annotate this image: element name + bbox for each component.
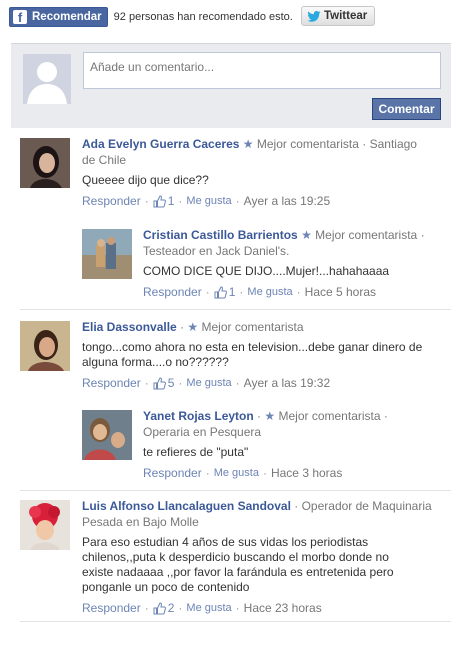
twitter-tweet-label: Twittear <box>324 10 368 22</box>
comment-text: Para eso estudian 4 años de sus vidas lo… <box>82 535 394 594</box>
commenter-occupation-cont: Pesada en Bajo Molle <box>82 515 199 529</box>
like-link[interactable]: Me gusta <box>186 193 231 209</box>
like-count-value: 1 <box>228 285 236 299</box>
avatar-photo-icon <box>20 321 70 371</box>
like-link[interactable]: Me gusta <box>186 600 231 616</box>
separator: · <box>239 285 244 299</box>
comment-divider <box>20 490 451 491</box>
separator: · <box>144 194 149 208</box>
thumbs-up-icon <box>214 285 227 298</box>
separator: · <box>235 601 240 615</box>
comment-divider <box>20 309 451 310</box>
comment-divider <box>20 621 451 622</box>
separator: · <box>205 285 210 299</box>
thumbs-up-icon <box>153 194 166 207</box>
star-icon: ★ <box>301 228 312 242</box>
meta-separator: · <box>420 228 425 242</box>
default-user-silhouette-icon <box>23 54 71 104</box>
commenter-name[interactable]: Ada Evelyn Guerra Caceres <box>82 137 239 151</box>
commenter-badge: Mejor comentarista <box>278 409 381 423</box>
separator: · <box>235 194 240 208</box>
like-link[interactable]: Me gusta <box>214 465 259 481</box>
separator: · <box>205 466 210 480</box>
like-count-value: 5 <box>167 376 175 390</box>
commenter-badge: Mejor comentarista <box>201 320 304 334</box>
like-link[interactable]: Me gusta <box>186 375 231 391</box>
comment-text: te refieres de "puta" <box>143 445 249 459</box>
reply-link[interactable]: Responder <box>82 600 141 616</box>
star-icon: ★ <box>264 409 276 423</box>
commenter-avatar[interactable] <box>20 138 70 188</box>
comment-input[interactable]: Añade un comentario... <box>83 52 441 89</box>
like-link[interactable]: Me gusta <box>247 284 292 300</box>
comment-timestamp[interactable]: Hace 5 horas <box>305 284 376 300</box>
facebook-logo-icon: f <box>13 10 27 25</box>
current-user-avatar <box>23 54 71 104</box>
separator: · <box>296 285 301 299</box>
like-count[interactable]: 2 <box>153 600 175 616</box>
separator: · <box>262 466 267 480</box>
like-count-value: 1 <box>167 194 175 208</box>
separator: · <box>235 376 240 390</box>
twitter-tweet-button[interactable]: Twittear <box>301 6 376 26</box>
reply-link[interactable]: Responder <box>82 375 141 391</box>
comment-text: COMO DICE QUE DIJO....Mujer!...hahahaaaa <box>143 264 390 278</box>
comment-timestamp[interactable]: Hace 3 horas <box>271 465 342 481</box>
commenter-occupation: Testeador en Jack Daniel's. <box>143 244 290 258</box>
facebook-recommend-label: Recomendar <box>32 11 102 23</box>
separator: · <box>178 601 183 615</box>
avatar-photo-icon <box>20 138 70 188</box>
reply-link[interactable]: Responder <box>143 465 202 481</box>
commenter-location: · Santiago <box>362 137 417 151</box>
separator: · <box>178 376 183 390</box>
comment-submit-button[interactable]: Comentar <box>372 98 441 120</box>
comment-composer: Añade un comentario... Comentar <box>11 43 451 128</box>
commenter-avatar[interactable] <box>82 229 132 279</box>
commenter-name[interactable]: Luis Alfonso Llancalaguen Sandoval <box>82 499 291 513</box>
comment-text: tongo...como ahora no esta en television… <box>82 340 423 369</box>
twitter-bird-icon <box>307 10 321 22</box>
star-icon: ★ <box>187 320 199 334</box>
commenter-avatar[interactable] <box>20 321 70 371</box>
commenter-location-cont: de Chile <box>82 153 127 167</box>
meta-separator: · <box>383 409 388 423</box>
commenter-occupation: Operaria en Pesquera <box>143 425 262 439</box>
like-count[interactable]: 1 <box>153 193 175 209</box>
like-count[interactable]: 5 <box>153 375 175 391</box>
comment-timestamp[interactable]: Ayer a las 19:25 <box>244 193 331 209</box>
thumbs-up-icon <box>153 376 166 389</box>
like-count[interactable]: 1 <box>214 284 236 300</box>
thumbs-up-icon <box>153 601 166 614</box>
avatar-photo-icon <box>20 500 70 550</box>
separator: · <box>178 194 183 208</box>
share-bar: f Recomendar 92 personas han recomendado… <box>9 6 293 28</box>
separator: · <box>144 601 149 615</box>
commenter-avatar[interactable] <box>82 410 132 460</box>
star-icon: ★ <box>242 137 254 151</box>
commenter-name[interactable]: Elia Dassonvalle <box>82 320 177 334</box>
separator: · <box>144 376 149 390</box>
commenter-occupation: · Operador de Maquinaria <box>294 499 432 513</box>
commenter-name[interactable]: Yanet Rojas Leyton <box>143 409 254 423</box>
commenter-name[interactable]: Cristian Castillo Barrientos <box>143 228 298 242</box>
commenter-badge: Mejor comentarista <box>256 137 359 151</box>
avatar-photo-icon <box>82 229 132 279</box>
comment-timestamp[interactable]: Hace 23 horas <box>244 600 322 616</box>
comment-timestamp[interactable]: Ayer a las 19:32 <box>244 375 331 391</box>
like-count-value: 2 <box>167 601 175 615</box>
facebook-recommend-button[interactable]: f Recomendar <box>9 7 108 27</box>
avatar-photo-icon <box>82 410 132 460</box>
commenter-badge: Mejor comentarista <box>315 228 418 242</box>
reply-link[interactable]: Responder <box>82 193 141 209</box>
recommend-count-text: 92 personas han recomendado esto. <box>113 11 293 23</box>
commenter-avatar[interactable] <box>20 500 70 550</box>
comment-text: Queeee dijo que dice?? <box>82 173 209 187</box>
reply-link[interactable]: Responder <box>143 284 202 300</box>
